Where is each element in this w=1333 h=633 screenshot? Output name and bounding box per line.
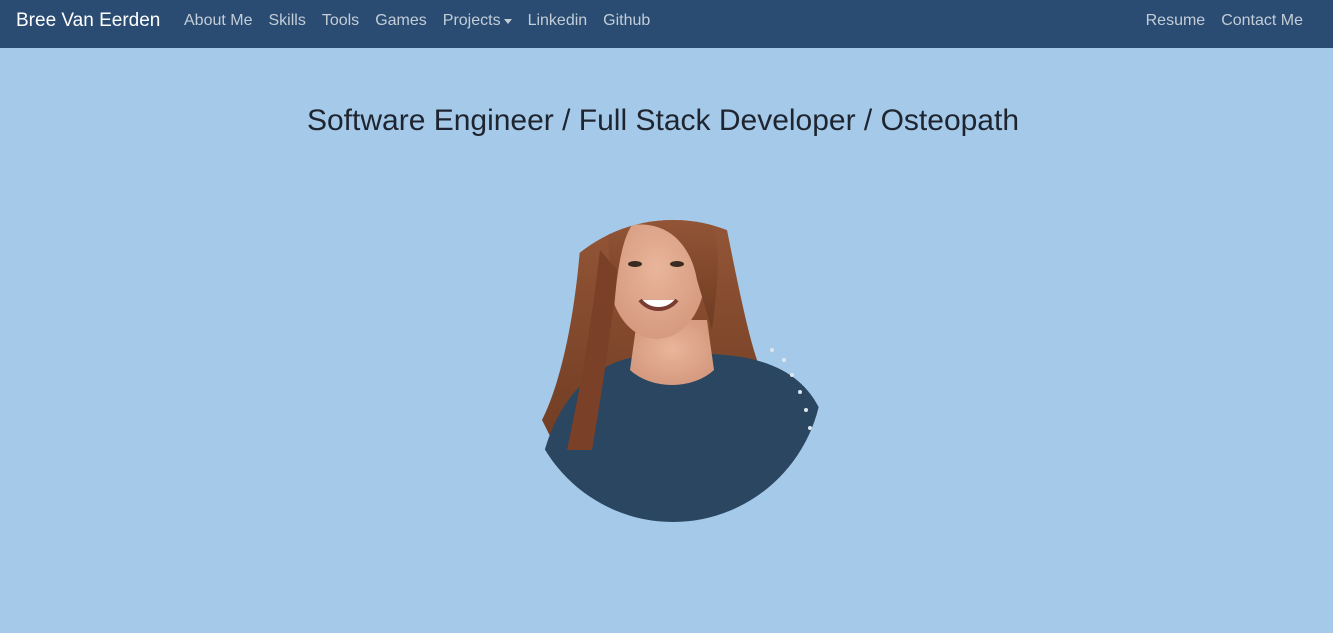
nav-linkedin[interactable]: Linkedin <box>528 12 588 30</box>
nav-projects-label: Projects <box>442 12 501 29</box>
profile-photo <box>523 220 823 522</box>
nav-resume[interactable]: Resume <box>1146 12 1206 30</box>
nav-skills[interactable]: Skills <box>268 12 305 30</box>
nav-github[interactable]: Github <box>603 12 650 30</box>
page-title: Software Engineer / Full Stack Developer… <box>306 104 1020 137</box>
top-navbar: Bree Van Eerden About Me Skills Tools Ga… <box>0 0 1333 48</box>
chevron-down-icon <box>503 19 512 24</box>
nav-projects-dropdown[interactable]: Projects <box>443 12 512 30</box>
brand-link[interactable]: Bree Van Eerden <box>16 10 160 32</box>
nav-contact-me[interactable]: Contact Me <box>1221 12 1303 30</box>
nav-right-group: Resume Contact Me <box>1146 12 1303 30</box>
nav-tools[interactable]: Tools <box>322 12 359 30</box>
nav-games[interactable]: Games <box>375 12 427 30</box>
nav-about-me[interactable]: About Me <box>184 12 252 30</box>
nav-left-group: About Me Skills Tools Games Projects Lin… <box>184 12 666 30</box>
